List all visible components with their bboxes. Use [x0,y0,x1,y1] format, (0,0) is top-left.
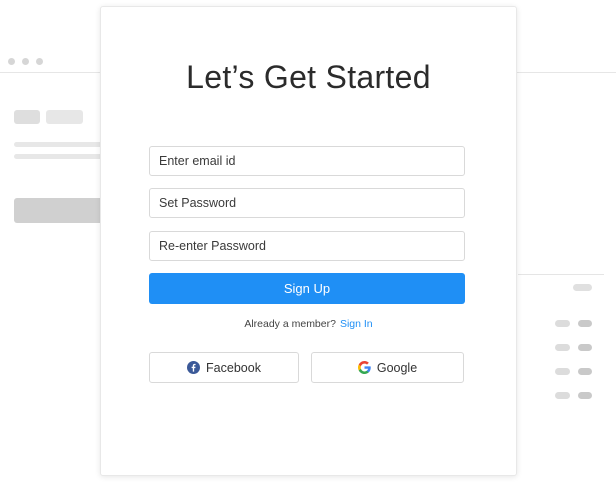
signin-prompt: Already a member? Sign In [101,318,516,330]
skeleton-pill [573,284,592,291]
skeleton-line [14,142,104,147]
google-button[interactable]: Google [311,352,464,383]
email-field[interactable] [149,146,465,176]
skeleton-line [14,154,104,159]
signup-modal: Let’s Get Started Sign Up Already a memb… [100,6,517,476]
facebook-icon [187,361,201,374]
facebook-label: Facebook [206,360,261,375]
window-dot [8,58,15,65]
modal-title: Let’s Get Started [186,59,431,95]
skeleton-pill [578,344,592,351]
google-label: Google [376,360,418,375]
skeleton-block [14,110,40,124]
already-member-text: Already a member? [244,318,336,330]
skeleton-pill [578,392,592,399]
skeleton-button [14,198,104,223]
skeleton-pill [555,392,570,399]
window-dot [36,58,43,65]
skeleton-pill [555,368,570,375]
skeleton-block [46,110,83,124]
signin-link[interactable]: Sign In [340,318,373,330]
skeleton-pill [578,320,592,327]
signup-button[interactable]: Sign Up [149,273,465,304]
confirm-password-field[interactable] [149,231,465,261]
skeleton-pill [555,320,570,327]
skeleton-pill [578,368,592,375]
window-dot [22,58,29,65]
panel-divider [518,274,604,275]
google-icon [357,361,371,374]
facebook-button[interactable]: Facebook [149,352,299,383]
skeleton-pill [555,344,570,351]
password-field[interactable] [149,188,465,218]
